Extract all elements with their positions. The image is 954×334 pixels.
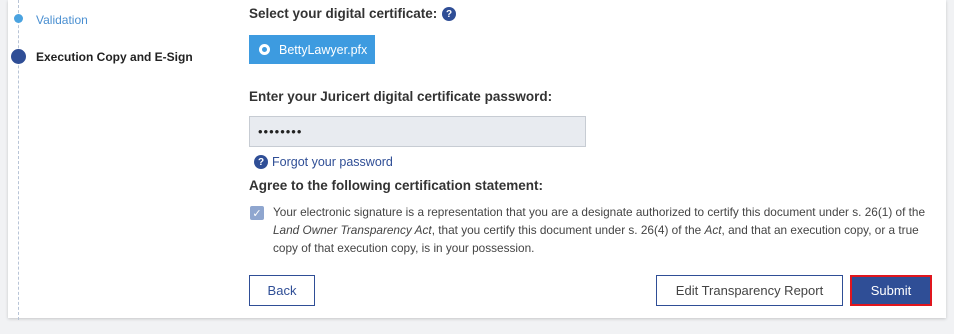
password-label: Enter your Juricert digital certificate … <box>249 89 553 104</box>
submit-button[interactable]: Submit <box>850 275 932 306</box>
radio-selected-icon <box>259 44 270 55</box>
back-button[interactable]: Back <box>249 275 315 306</box>
certificate-option-button[interactable]: BettyLawyer.pfx <box>249 35 375 64</box>
forgot-password-text: Forgot your password <box>272 155 393 169</box>
certification-statement: Your electronic signature is a represent… <box>273 205 926 255</box>
certificate-option-label: BettyLawyer.pfx <box>279 42 368 57</box>
password-input[interactable] <box>249 116 586 147</box>
stepper-line <box>18 0 19 320</box>
help-icon[interactable]: ? <box>442 7 456 21</box>
step-execution-label: Execution Copy and E-Sign <box>36 50 193 64</box>
agreement-label: Agree to the following certification sta… <box>249 178 544 193</box>
step-validation-dot <box>14 14 23 23</box>
certificate-select-label: Select your digital certificate: <box>249 6 438 21</box>
step-validation-label[interactable]: Validation <box>36 13 88 27</box>
help-icon: ? <box>254 155 268 169</box>
main-card <box>8 0 946 318</box>
forgot-password-link[interactable]: ? Forgot your password <box>254 155 393 169</box>
agreement-checkbox[interactable]: ✓ <box>250 206 264 220</box>
edit-transparency-report-button[interactable]: Edit Transparency Report <box>656 275 843 306</box>
step-execution-dot <box>11 49 26 64</box>
